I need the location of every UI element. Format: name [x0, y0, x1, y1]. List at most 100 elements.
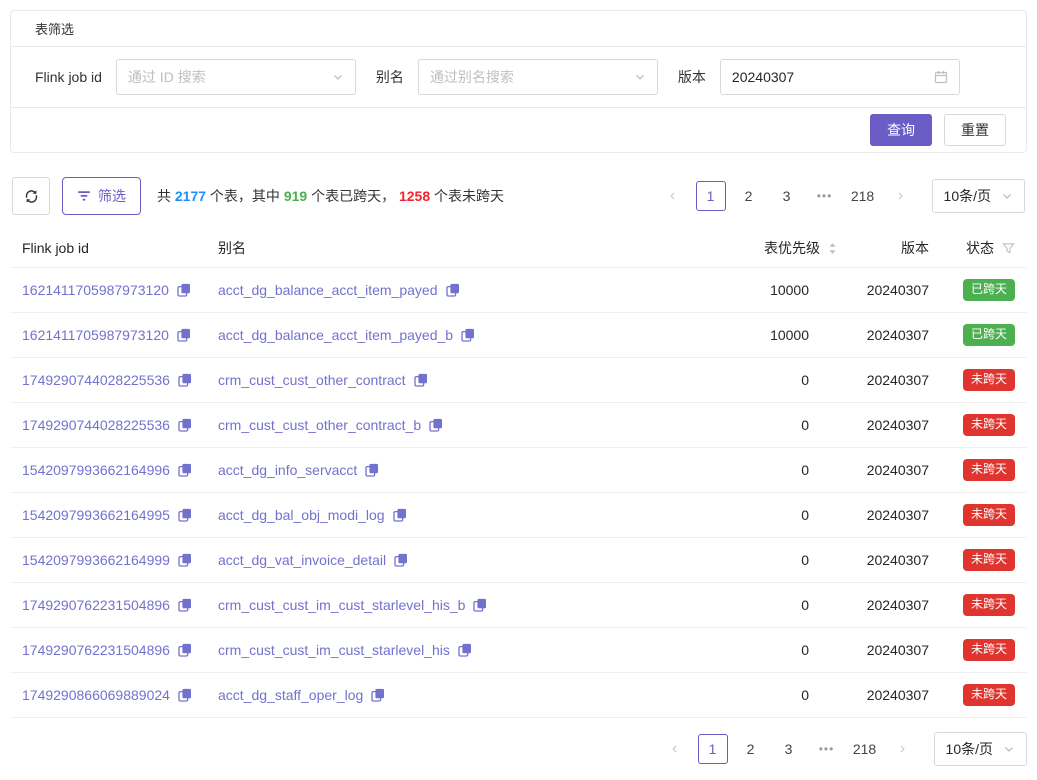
priority-value: 0: [719, 493, 849, 538]
version-value: 20240307: [849, 403, 949, 448]
copy-icon[interactable]: [429, 418, 443, 432]
column-alias: 别名: [206, 229, 719, 268]
flink-job-id-link[interactable]: 1749290762231504896: [22, 642, 170, 658]
table-row: 1749290762231504896 crm_cust_cust_im_cus…: [10, 628, 1027, 673]
alias-placeholder: 通过别名搜索: [430, 67, 634, 87]
next-page-button[interactable]: ›: [886, 181, 916, 211]
copy-icon[interactable]: [393, 508, 407, 522]
filter-funnel-icon[interactable]: [1002, 242, 1015, 255]
chevron-down-icon: [1001, 190, 1013, 202]
table-row: 1542097993662164999 acct_dg_vat_invoice_…: [10, 538, 1027, 583]
alias-link[interactable]: acct_dg_vat_invoice_detail: [218, 552, 386, 568]
copy-icon[interactable]: [414, 373, 428, 387]
copy-icon[interactable]: [178, 643, 192, 657]
top-pagination: ‹123•••218›10条/页: [658, 179, 1025, 213]
alias-select[interactable]: 通过别名搜索: [418, 59, 658, 95]
column-version-label: 版本: [901, 240, 929, 256]
refresh-button[interactable]: [12, 177, 50, 215]
sort-carets-icon[interactable]: [828, 242, 837, 255]
prev-page-button[interactable]: ‹: [660, 734, 690, 764]
page-button-1[interactable]: 1: [696, 181, 726, 211]
column-priority: 表优先级: [719, 229, 849, 268]
copy-icon[interactable]: [178, 688, 192, 702]
status-badge: 未跨天: [963, 459, 1015, 481]
copy-icon[interactable]: [473, 598, 487, 612]
page-button-3[interactable]: 3: [772, 181, 802, 211]
query-button[interactable]: 查询: [870, 114, 932, 146]
copy-icon[interactable]: [458, 643, 472, 657]
table-row: 1749290762231504896 crm_cust_cust_im_cus…: [10, 583, 1027, 628]
bottom-pagination: ‹123•••218›10条/页: [660, 732, 1027, 766]
copy-icon[interactable]: [446, 283, 460, 297]
status-badge: 未跨天: [963, 594, 1015, 616]
flink-job-id-select[interactable]: 通过 ID 搜索: [116, 59, 356, 95]
flink-job-id-placeholder: 通过 ID 搜索: [128, 67, 332, 87]
copy-icon[interactable]: [178, 418, 192, 432]
column-status: 状态: [949, 229, 1027, 268]
reset-button[interactable]: 重置: [944, 114, 1006, 146]
page-size-select[interactable]: 10条/页: [932, 179, 1025, 213]
copy-icon[interactable]: [177, 328, 191, 342]
flink-job-id-link[interactable]: 1542097993662164999: [22, 552, 170, 568]
filter-button[interactable]: 筛选: [62, 177, 141, 215]
page-button-218[interactable]: 218: [850, 734, 880, 764]
copy-icon[interactable]: [365, 463, 379, 477]
copy-icon[interactable]: [178, 553, 192, 567]
status-badge: 已跨天: [963, 324, 1015, 346]
page-button-2[interactable]: 2: [736, 734, 766, 764]
status-badge: 已跨天: [963, 279, 1015, 301]
table-row: 1542097993662164995 acct_dg_bal_obj_modi…: [10, 493, 1027, 538]
flink-job-id-link[interactable]: 1749290762231504896: [22, 597, 170, 613]
prev-page-button[interactable]: ‹: [658, 181, 688, 211]
status-badge: 未跨天: [963, 549, 1015, 571]
copy-icon[interactable]: [371, 688, 385, 702]
filter-lines-icon: [77, 190, 91, 202]
alias-link[interactable]: acct_dg_balance_acct_item_payed: [218, 282, 438, 298]
pager: ‹123•••218›: [658, 181, 916, 211]
filter-card: 表筛选 Flink job id 通过 ID 搜索 别名 通过别名搜索: [10, 10, 1027, 153]
flink-job-id-link[interactable]: 1749290744028225536: [22, 417, 170, 433]
copy-icon[interactable]: [394, 553, 408, 567]
summary-text-segment: 共: [157, 188, 175, 204]
alias-link[interactable]: acct_dg_bal_obj_modi_log: [218, 507, 385, 523]
priority-value: 0: [719, 583, 849, 628]
copy-icon[interactable]: [178, 508, 192, 522]
alias-link[interactable]: crm_cust_cust_im_cust_starlevel_his_b: [218, 597, 465, 613]
priority-value: 10000: [719, 268, 849, 313]
table-header: Flink job id 别名 表优先级 版本 状态: [10, 229, 1027, 268]
flink-job-id-link[interactable]: 1542097993662164995: [22, 507, 170, 523]
copy-icon[interactable]: [178, 463, 192, 477]
flink-job-id-link[interactable]: 1749290866069889024: [22, 687, 170, 703]
version-date-input[interactable]: 20240307: [720, 59, 960, 95]
flink-job-id-field: Flink job id 通过 ID 搜索: [35, 59, 356, 95]
page-button-2[interactable]: 2: [734, 181, 764, 211]
alias-link[interactable]: acct_dg_info_servacct: [218, 462, 357, 478]
page-button-3[interactable]: 3: [774, 734, 804, 764]
alias-link[interactable]: crm_cust_cust_im_cust_starlevel_his: [218, 642, 450, 658]
flink-job-id-link[interactable]: 1542097993662164996: [22, 462, 170, 478]
version-value: 20240307: [849, 448, 949, 493]
version-value: 20240307: [849, 538, 949, 583]
page-size-select[interactable]: 10条/页: [934, 732, 1027, 766]
sync-icon: [23, 188, 40, 205]
table-row: 1621411705987973120 acct_dg_balance_acct…: [10, 313, 1027, 358]
alias-link[interactable]: acct_dg_balance_acct_item_payed_b: [218, 327, 453, 343]
priority-value: 0: [719, 448, 849, 493]
page-button-218[interactable]: 218: [848, 181, 878, 211]
copy-icon[interactable]: [177, 283, 191, 297]
alias-link[interactable]: crm_cust_cust_other_contract_b: [218, 417, 421, 433]
copy-icon[interactable]: [178, 373, 192, 387]
version-field: 版本 20240307: [678, 59, 960, 95]
flink-job-id-link[interactable]: 1749290744028225536: [22, 372, 170, 388]
copy-icon[interactable]: [178, 598, 192, 612]
flink-job-id-link[interactable]: 1621411705987973120: [22, 327, 169, 343]
priority-value: 0: [719, 673, 849, 718]
alias-link[interactable]: crm_cust_cust_other_contract: [218, 372, 406, 388]
status-badge: 未跨天: [963, 684, 1015, 706]
page-button-1[interactable]: 1: [698, 734, 728, 764]
alias-link[interactable]: acct_dg_staff_oper_log: [218, 687, 363, 703]
summary-text: 共 2177 个表，其中 919 个表已跨天， 1258 个表未跨天: [157, 186, 504, 206]
flink-job-id-link[interactable]: 1621411705987973120: [22, 282, 169, 298]
next-page-button[interactable]: ›: [888, 734, 918, 764]
copy-icon[interactable]: [461, 328, 475, 342]
